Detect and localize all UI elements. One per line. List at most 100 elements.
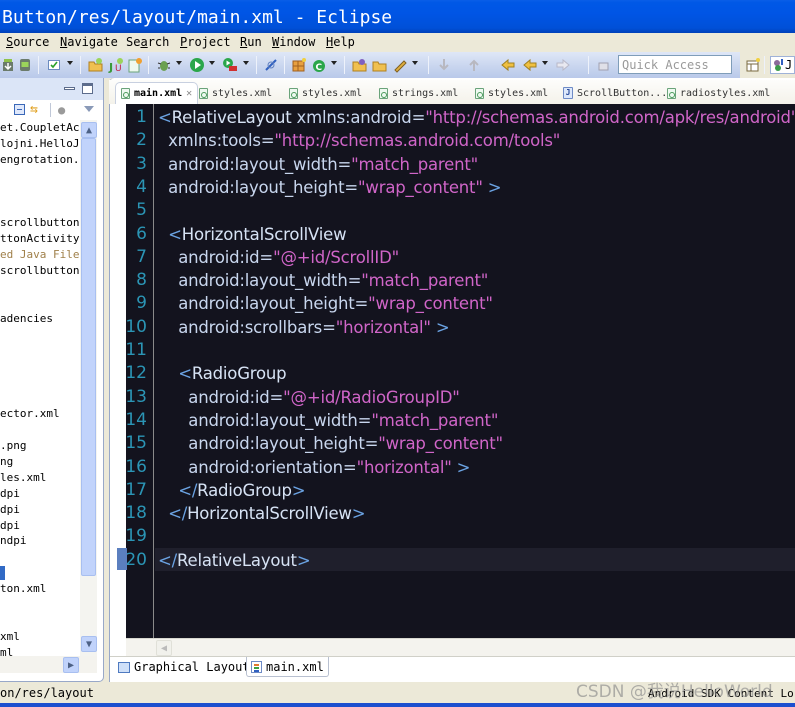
filter-icon[interactable]: ● [58, 103, 65, 117]
code-line[interactable]: android:layout_height="wrap_content" [158, 292, 493, 315]
code-line[interactable]: android:id="@+id/ScrollID" [158, 246, 399, 269]
code-line[interactable]: android:layout_height="wrap_content" > [158, 176, 501, 199]
menu-project[interactable]: Project [180, 35, 231, 49]
tree-item[interactable]: dpi [0, 502, 20, 518]
view-menu-icon[interactable] [84, 106, 94, 112]
tree-item[interactable]: ttonActivity [0, 231, 79, 247]
run-icon[interactable] [189, 57, 205, 73]
prev-annotation-icon[interactable] [466, 57, 482, 73]
open-type-icon[interactable] [291, 57, 307, 73]
package-explorer-hscrollbar[interactable]: ▶ [0, 656, 97, 673]
menu-run[interactable]: Run [240, 35, 262, 49]
tree-item[interactable]: ed Java Files [0, 247, 80, 263]
code-line[interactable]: android:layout_height="wrap_content" [158, 432, 503, 455]
tree-item[interactable]: ndpi [0, 533, 27, 549]
code-line[interactable]: android:layout_width="match_parent" [158, 269, 488, 292]
back-icon[interactable] [522, 57, 538, 73]
checkbox-dropdown[interactable] [67, 61, 73, 65]
pen-icon[interactable] [392, 57, 408, 73]
tree-item[interactable]: lojni.HelloJ [0, 136, 79, 152]
java-perspective-button[interactable]: J [770, 56, 795, 74]
scroll-up-button[interactable]: ▲ [81, 122, 97, 138]
run-dropdown[interactable] [209, 61, 215, 65]
scroll-right-button[interactable]: ▶ [63, 657, 79, 673]
checkbox-icon[interactable] [46, 57, 62, 73]
code-line[interactable]: <RadioGroup [158, 362, 286, 385]
code-line[interactable]: android:scrollbars="horizontal" > [158, 316, 449, 339]
external-tools-dropdown[interactable] [243, 61, 249, 65]
last-edit-icon[interactable] [500, 57, 516, 73]
tree-item[interactable]: scrollbutton [0, 263, 79, 279]
close-tab-icon[interactable]: ✕ [186, 88, 192, 99]
forward-icon[interactable] [555, 57, 571, 73]
code-editor[interactable]: 1 2 3 4 5 6 7 8 9 10 11 12 13 14 15 16 17 18 19 20 <Relativ… [126, 104, 795, 638]
new-android-xml-icon[interactable] [127, 57, 143, 73]
new-project-icon[interactable] [88, 57, 104, 73]
editor-tab[interactable]: main.xml ✕ [115, 82, 199, 104]
tree-item[interactable]: .png [0, 438, 27, 454]
tree-item[interactable]: dpi [0, 518, 20, 534]
code-line[interactable]: android:layout_width="match_parent" [158, 409, 498, 432]
tree-item[interactable]: xml [0, 629, 20, 645]
tree-item[interactable]: ector.xml [0, 406, 60, 422]
back-dropdown[interactable] [542, 61, 548, 65]
editor-hscrollbar[interactable]: ◀ [126, 638, 795, 656]
open-folder-icon-2[interactable] [372, 57, 388, 73]
quick-access-input[interactable]: Quick Access [618, 55, 732, 74]
tree-item[interactable]: les.xml [0, 470, 46, 486]
toggle-mark-occurrences-icon[interactable] [263, 57, 279, 73]
menu-help[interactable]: Help [326, 35, 355, 49]
tree-item[interactable]: scrollbutton [0, 215, 79, 231]
tree-item[interactable]: engrotation. [0, 152, 79, 168]
link-with-editor-icon[interactable]: ⇆ [30, 102, 38, 117]
code-line[interactable]: </HorizontalScrollView> [158, 502, 365, 525]
scroll-left-button[interactable]: ◀ [156, 640, 172, 656]
tree-item-selected[interactable] [0, 565, 5, 581]
next-annotation-icon[interactable] [436, 57, 452, 73]
new-class-dropdown[interactable] [331, 61, 337, 65]
pin-editor-icon[interactable] [596, 57, 612, 73]
collapse-all-icon[interactable] [14, 104, 25, 115]
tree-item[interactable]: ng [0, 454, 13, 470]
android-avd-manager-icon[interactable] [17, 57, 33, 73]
external-tools-icon[interactable] [222, 57, 238, 73]
editor-tab[interactable]: strings.xml [379, 84, 458, 102]
code-line[interactable]: <HorizontalScrollView [158, 223, 346, 246]
open-perspective-icon[interactable] [745, 57, 761, 73]
code-line[interactable]: android:orientation="horizontal" > [158, 456, 470, 479]
tab-main-xml[interactable]: main.xml [246, 657, 329, 677]
open-folder-icon[interactable] [352, 57, 368, 73]
package-explorer-vscrollbar[interactable]: ▲ ▼ [80, 120, 97, 672]
code-line[interactable]: </RadioGroup> [158, 479, 305, 502]
java-file-icon: J [563, 87, 573, 99]
debug-dropdown[interactable] [176, 61, 182, 65]
code-line[interactable]: android:layout_width="match_parent" [158, 153, 478, 176]
tree-item[interactable]: adencies [0, 311, 53, 327]
tree-item[interactable]: ton.xml [0, 581, 46, 597]
menu-source[interactable]: Source [6, 35, 49, 49]
pen-dropdown[interactable] [412, 61, 418, 65]
editor-tab[interactable]: styles.xml [199, 84, 272, 102]
new-class-icon[interactable]: C [311, 57, 327, 73]
tree-item[interactable]: et.CoupletAc [0, 120, 79, 136]
code-line[interactable]: xmlns:tools="http://schemas.android.com/… [158, 129, 560, 152]
scroll-thumb[interactable] [81, 138, 96, 576]
editor-tab[interactable]: styles.xml [289, 84, 362, 102]
new-junit-icon[interactable]: JU [108, 57, 124, 73]
android-sdk-manager-icon[interactable] [0, 57, 16, 73]
maximize-icon[interactable] [82, 83, 93, 94]
menu-search[interactable]: Search [126, 35, 169, 49]
tab-graphical-layout[interactable]: Graphical Layout [114, 657, 254, 677]
debug-icon[interactable] [156, 57, 172, 73]
minimize-icon[interactable] [64, 87, 75, 90]
editor-tab[interactable]: styles.xml [475, 84, 548, 102]
scroll-down-button[interactable]: ▼ [81, 636, 97, 652]
editor-tab[interactable]: J ScrollButton... [563, 84, 667, 102]
tree-item[interactable]: dpi [0, 486, 20, 502]
code-line[interactable]: </RelativeLayout> [158, 549, 311, 572]
menu-navigate[interactable]: Navigate [60, 35, 118, 49]
editor-tab[interactable]: radiostyles.xml [667, 84, 770, 102]
code-line[interactable]: <RelativeLayout xmlns:android="http://sc… [158, 106, 795, 129]
code-line[interactable]: android:id="@+id/RadioGroupID" [158, 386, 460, 409]
menu-window[interactable]: Window [272, 35, 315, 49]
